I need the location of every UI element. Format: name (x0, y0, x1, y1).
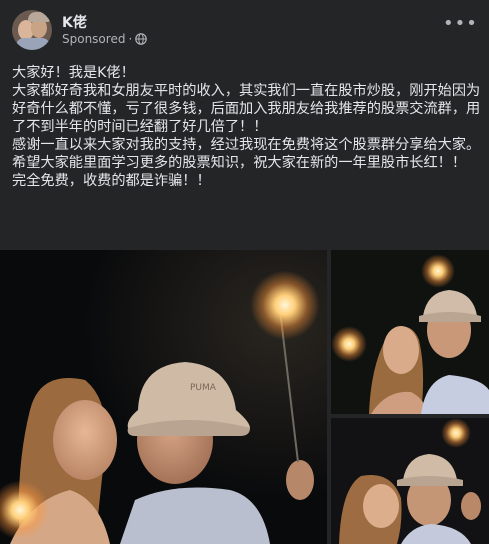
post-text: 大家好！我是K佬！ 大家都好奇我和女朋友平时的收入，其实我们一直在股市炒股，刚开… (12, 64, 482, 190)
author-avatar[interactable] (12, 10, 52, 50)
meta-separator: · (128, 32, 133, 46)
post-text-line: 大家都好奇我和女朋友平时的收入，其实我们一直在股市炒股，刚开始因为好奇什么都不懂… (12, 83, 481, 135)
globe-icon[interactable] (135, 33, 148, 45)
hat-brand-label: PUMA (190, 383, 217, 393)
post-meta: Sponsored · (62, 32, 148, 46)
photo-main[interactable]: PUMA (0, 250, 327, 544)
sparkler-glow (250, 270, 320, 340)
post-text-line: 大家好！我是K佬！ (12, 65, 135, 81)
post-text-line: 希望大家能里面学习更多的股票知识，祝大家在新的一年里股市长红！！ (12, 155, 467, 171)
sparkler-glow (421, 254, 455, 288)
post-text-line: 完全免费，收费的都是诈骗！！ (12, 173, 211, 189)
sponsored-post: K佬 Sponsored · ••• 大家好！我是K佬！ 大家都好奇我和女朋友平… (0, 0, 489, 544)
post-header: K佬 Sponsored · ••• (12, 10, 477, 54)
sparkler-glow (441, 418, 471, 448)
post-text-line: 感谢一直以来大家对我的支持，经过我现在免费将这个股票群分享给大家。 (12, 137, 481, 153)
photo-bottom-right[interactable] (331, 418, 489, 544)
sponsored-label[interactable]: Sponsored (62, 32, 125, 46)
sparkler-glow (331, 326, 367, 362)
photo-top-right[interactable] (331, 250, 489, 414)
more-options-icon[interactable]: ••• (443, 15, 477, 38)
author-name[interactable]: K佬 (62, 12, 87, 32)
photo-grid: PUMA (0, 250, 489, 544)
